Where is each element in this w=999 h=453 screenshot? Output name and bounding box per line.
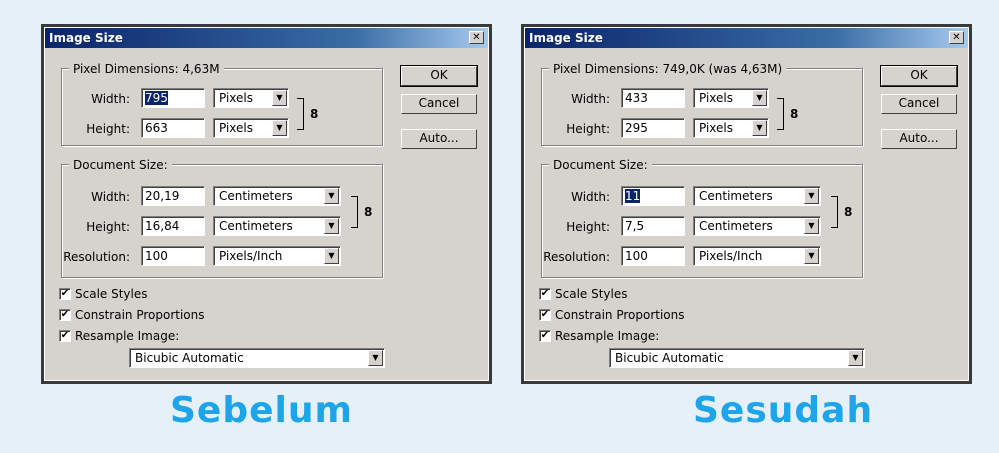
- resample-image-label: Resample Image:: [75, 329, 180, 343]
- auto-button[interactable]: Auto...: [881, 129, 957, 149]
- dialog-title: Image Size: [529, 31, 603, 45]
- chevron-down-icon[interactable]: ▼: [804, 218, 819, 234]
- scale-styles-checkbox[interactable]: ✔: [539, 288, 551, 300]
- pixel-link-bracket: [297, 98, 304, 130]
- pixel-width-input[interactable]: 433: [621, 88, 685, 108]
- resolution-unit-select[interactable]: Pixels/Inch ▼: [213, 246, 341, 266]
- close-icon: ✕: [952, 32, 961, 43]
- resample-image-checkbox[interactable]: ✔: [539, 330, 551, 342]
- chevron-down-icon[interactable]: ▼: [752, 120, 767, 136]
- pixel-dimensions-value: 749,0K (was 4,63M): [662, 62, 783, 76]
- chevron-down-icon[interactable]: ▼: [272, 90, 287, 106]
- resolution-label: Resolution:: [543, 250, 610, 264]
- ok-button[interactable]: OK: [880, 65, 958, 87]
- cancel-button[interactable]: Cancel: [881, 94, 957, 114]
- resolution-label: Resolution:: [63, 250, 130, 264]
- doc-height-input[interactable]: 16,84: [141, 216, 205, 236]
- pixel-height-label: Height:: [566, 122, 610, 136]
- pixel-width-label: Width:: [91, 92, 130, 106]
- chain-link-icon: 8: [844, 205, 853, 219]
- chevron-down-icon[interactable]: ▼: [368, 350, 383, 366]
- close-button[interactable]: ✕: [949, 31, 964, 44]
- constrain-proportions-checkbox[interactable]: ✔: [59, 309, 71, 321]
- doc-link-bracket: [831, 196, 838, 228]
- doc-height-label: Height:: [566, 220, 610, 234]
- constrain-proportions-checkbox[interactable]: ✔: [539, 309, 551, 321]
- chain-link-icon: 8: [364, 205, 373, 219]
- doc-width-unit-select[interactable]: Centimeters ▼: [693, 186, 821, 206]
- dialog-title: Image Size: [49, 31, 123, 45]
- image-size-dialog-before: Image Size ✕ Pixel Dimensions: 4,63M Wid…: [44, 27, 489, 381]
- doc-width-label: Width:: [91, 190, 130, 204]
- document-size-label: Document Size:: [69, 158, 172, 172]
- chevron-down-icon[interactable]: ▼: [752, 90, 767, 106]
- chevron-down-icon[interactable]: ▼: [324, 188, 339, 204]
- resample-method-select[interactable]: Bicubic Automatic ▼: [129, 348, 385, 368]
- title-bar[interactable]: Image Size ✕: [45, 28, 488, 48]
- pixel-height-input[interactable]: 295: [621, 118, 685, 138]
- resample-image-checkbox[interactable]: ✔: [59, 330, 71, 342]
- after-dialog-frame: Image Size ✕ Pixel Dimensions: 749,0K (w…: [521, 24, 972, 384]
- chevron-down-icon[interactable]: ▼: [272, 120, 287, 136]
- pixel-dimensions-value: 4,63M: [182, 62, 220, 76]
- close-icon: ✕: [472, 32, 481, 43]
- image-size-dialog-after: Image Size ✕ Pixel Dimensions: 749,0K (w…: [524, 27, 969, 381]
- doc-width-input[interactable]: 11: [621, 186, 685, 206]
- pixel-width-input[interactable]: 795: [141, 88, 205, 108]
- scale-styles-label: Scale Styles: [555, 287, 628, 301]
- chevron-down-icon[interactable]: ▼: [324, 248, 339, 264]
- pixel-height-unit-select[interactable]: Pixels ▼: [693, 118, 769, 138]
- chevron-down-icon[interactable]: ▼: [848, 350, 863, 366]
- constrain-proportions-label: Constrain Proportions: [555, 308, 685, 322]
- scale-styles-checkbox[interactable]: ✔: [59, 288, 71, 300]
- pixel-dimensions-label: Pixel Dimensions: 749,0K (was 4,63M): [549, 62, 787, 76]
- auto-button[interactable]: Auto...: [401, 129, 477, 149]
- resolution-input[interactable]: 100: [621, 246, 685, 266]
- pixel-dimensions-label: Pixel Dimensions: 4,63M: [69, 62, 224, 76]
- resample-image-label: Resample Image:: [555, 329, 660, 343]
- caption-before: Sebelum: [170, 390, 354, 431]
- doc-height-label: Height:: [86, 220, 130, 234]
- caption-after: Sesudah: [693, 390, 874, 431]
- cancel-button[interactable]: Cancel: [401, 94, 477, 114]
- close-button[interactable]: ✕: [469, 31, 484, 44]
- doc-link-bracket: [351, 196, 358, 228]
- pixel-height-input[interactable]: 663: [141, 118, 205, 138]
- resolution-unit-select[interactable]: Pixels/Inch ▼: [693, 246, 821, 266]
- chevron-down-icon[interactable]: ▼: [804, 188, 819, 204]
- chain-link-icon: 8: [790, 107, 799, 121]
- title-bar[interactable]: Image Size ✕: [525, 28, 968, 48]
- pixel-width-unit-select[interactable]: Pixels ▼: [213, 88, 289, 108]
- pixel-height-label: Height:: [86, 122, 130, 136]
- constrain-proportions-label: Constrain Proportions: [75, 308, 205, 322]
- ok-button[interactable]: OK: [400, 65, 478, 87]
- pixel-height-unit-select[interactable]: Pixels ▼: [213, 118, 289, 138]
- before-dialog-frame: Image Size ✕ Pixel Dimensions: 4,63M Wid…: [41, 24, 492, 384]
- pixel-width-unit-select[interactable]: Pixels ▼: [693, 88, 769, 108]
- pixel-link-bracket: [777, 98, 784, 130]
- doc-width-input[interactable]: 20,19: [141, 186, 205, 206]
- doc-height-input[interactable]: 7,5: [621, 216, 685, 236]
- doc-width-label: Width:: [571, 190, 610, 204]
- doc-width-unit-select[interactable]: Centimeters ▼: [213, 186, 341, 206]
- chain-link-icon: 8: [310, 107, 319, 121]
- resample-method-select[interactable]: Bicubic Automatic ▼: [609, 348, 865, 368]
- doc-height-unit-select[interactable]: Centimeters ▼: [693, 216, 821, 236]
- resolution-input[interactable]: 100: [141, 246, 205, 266]
- pixel-width-label: Width:: [571, 92, 610, 106]
- chevron-down-icon[interactable]: ▼: [804, 248, 819, 264]
- chevron-down-icon[interactable]: ▼: [324, 218, 339, 234]
- doc-height-unit-select[interactable]: Centimeters ▼: [213, 216, 341, 236]
- document-size-label: Document Size:: [549, 158, 652, 172]
- scale-styles-label: Scale Styles: [75, 287, 148, 301]
